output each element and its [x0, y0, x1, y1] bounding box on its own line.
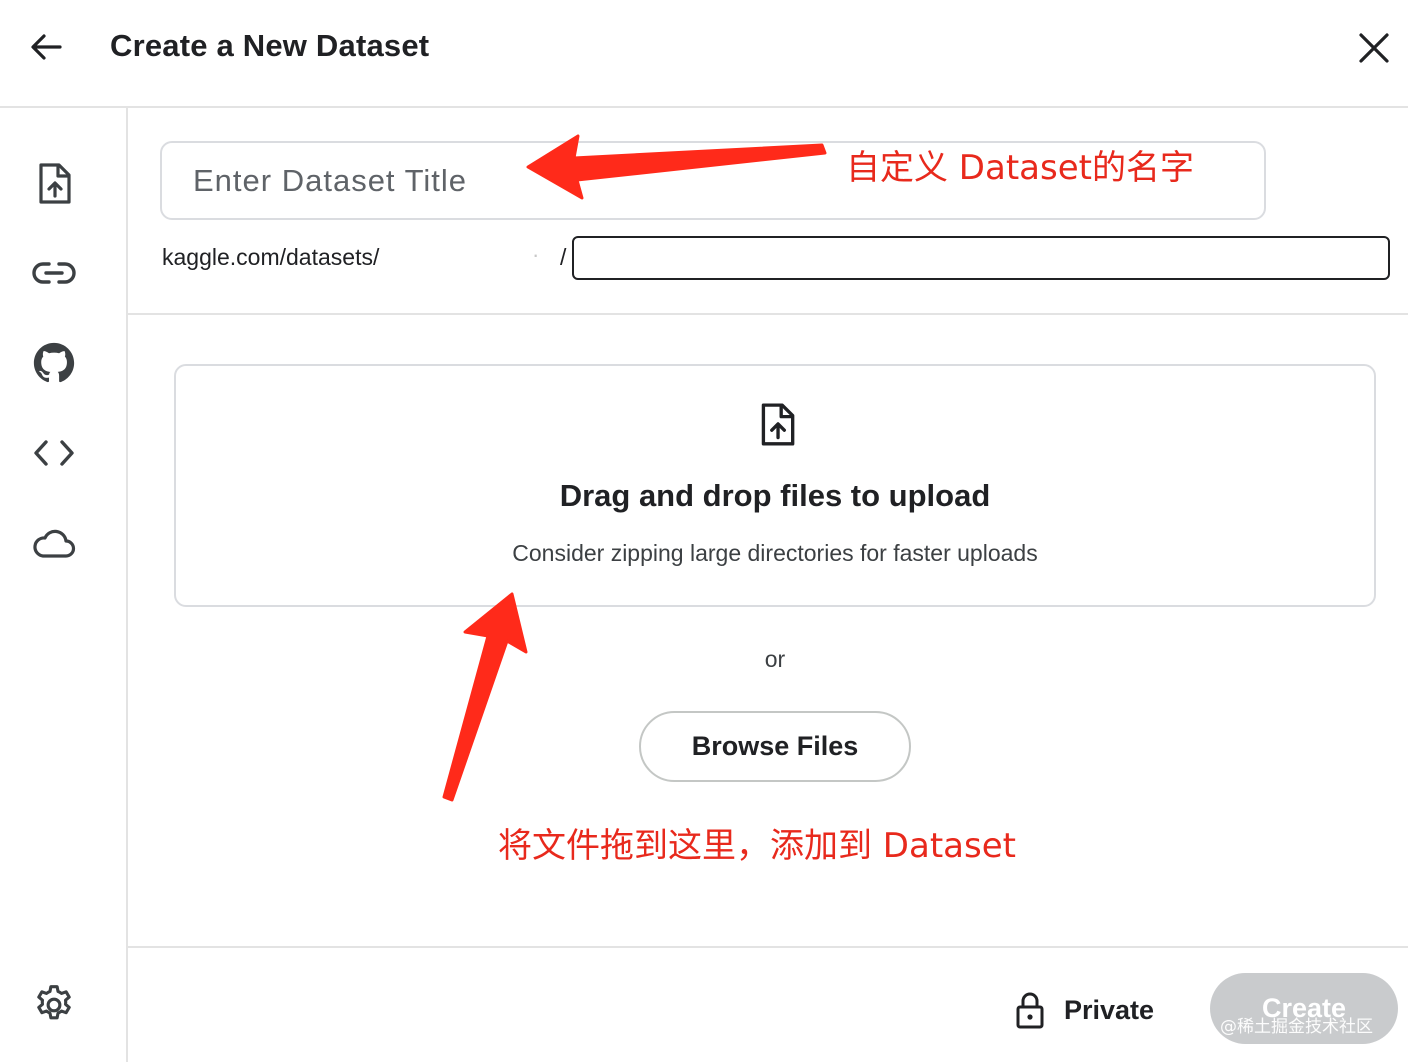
sidebar-item-file-upload[interactable]	[30, 160, 78, 208]
sidebar-item-code[interactable]	[30, 429, 78, 477]
back-button[interactable]	[26, 28, 66, 68]
dataset-slug-input[interactable]	[572, 236, 1390, 280]
source-sidebar	[0, 108, 128, 1062]
link-icon	[32, 262, 76, 284]
dropzone-subtitle: Consider zipping large directories for f…	[512, 540, 1038, 566]
privacy-label: Private	[1064, 994, 1155, 1025]
divider	[128, 946, 1408, 948]
close-button[interactable]	[1352, 26, 1396, 70]
file-upload-icon	[761, 403, 795, 446]
main-panel: kaggle.com/datasets/ · / Drag and drop f…	[128, 108, 1408, 1062]
annotation-title-note: 自定义 Dataset的名字	[846, 148, 1194, 188]
page-title: Create a New Dataset	[110, 28, 430, 63]
sidebar-item-link[interactable]	[30, 249, 78, 297]
gear-icon	[37, 985, 71, 1020]
sidebar-item-cloud[interactable]	[30, 520, 78, 568]
url-username: ·	[532, 242, 540, 267]
github-icon	[33, 342, 75, 383]
watermark: @稀土掘金技术社区	[1220, 1017, 1373, 1037]
sidebar-item-github[interactable]	[30, 339, 78, 387]
annotation-drop-note: 将文件拖到这里，添加到 Dataset	[498, 826, 1016, 866]
close-icon	[1359, 33, 1389, 63]
file-upload-icon	[39, 163, 71, 204]
or-separator: or	[764, 646, 786, 672]
lock-icon	[1016, 992, 1044, 1029]
url-prefix: kaggle.com/datasets/	[162, 244, 380, 270]
browse-files-button[interactable]: Browse Files	[639, 711, 911, 782]
cloud-icon	[33, 529, 76, 558]
dropzone-title: Drag and drop files to upload	[559, 478, 991, 513]
settings-button[interactable]	[30, 981, 78, 1029]
file-dropzone[interactable]: Drag and drop files to upload Consider z…	[174, 364, 1376, 607]
dialog-header: Create a New Dataset	[0, 0, 1408, 108]
code-icon	[34, 440, 74, 466]
url-separator: /	[560, 244, 567, 270]
privacy-toggle[interactable]: Private	[1014, 988, 1154, 1032]
divider	[128, 313, 1408, 315]
arrow-left-icon	[31, 34, 62, 60]
